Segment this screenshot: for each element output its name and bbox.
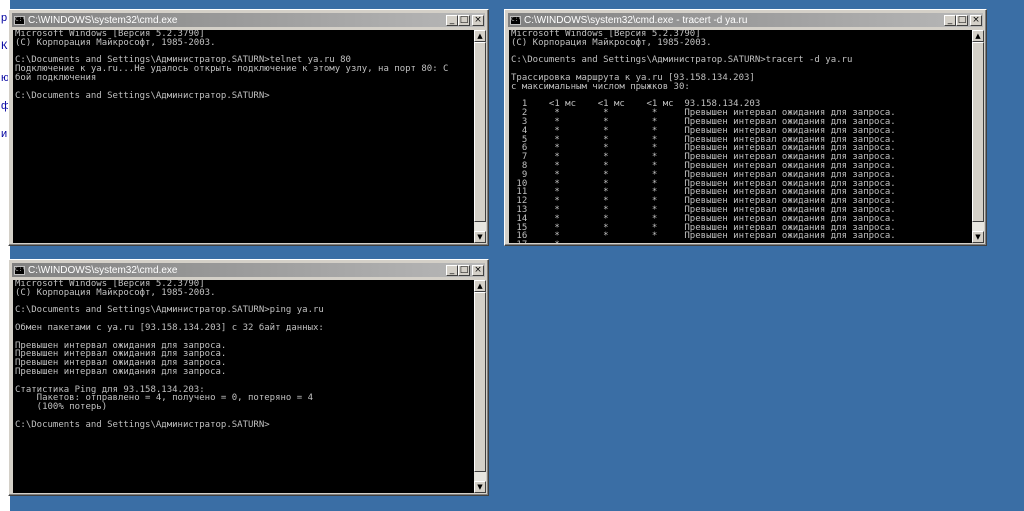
console-text: Microsoft Windows [Версия 5.2.3790] (С) К… [13,30,474,100]
title-bar[interactable]: C:\ C:\WINDOWS\system32\cmd.exe _ □ × [12,13,485,27]
desktop-label-fragment[interactable]: и [1,128,7,140]
console-line: C:\Documents and Settings\Администратор.… [15,305,324,316]
close-button[interactable]: × [472,14,484,26]
window-title: C:\WINDOWS\system32\cmd.exe [28,14,178,26]
desktop-label-fragment[interactable]: р [1,12,7,24]
close-button[interactable]: × [970,14,982,26]
console-line: 17 * [511,241,972,243]
cmd-app-icon[interactable]: C:\ [14,265,25,275]
console-line: Обмен пакетами с ya.ru [93.158.134.203] … [15,322,324,333]
scroll-thumb[interactable] [474,292,486,472]
title-bar[interactable]: C:\ C:\WINDOWS\system32\cmd.exe - tracer… [508,13,983,27]
window-title: C:\WINDOWS\system32\cmd.exe [28,264,178,276]
desktop-label-fragment[interactable]: К [1,40,7,52]
maximize-button[interactable]: □ [956,14,968,26]
scroll-up-button[interactable]: ▲ [474,30,486,42]
minimize-button[interactable]: _ [446,14,458,26]
close-button[interactable]: × [472,264,484,276]
console-line: Превышен интервал ожидания для запроса. [15,366,227,377]
cmd-window-tracert[interactable]: C:\ C:\WINDOWS\system32\cmd.exe - tracer… [504,9,987,246]
vertical-scrollbar[interactable]: ▲ ▼ [972,30,984,243]
console-output[interactable]: Microsoft Windows [Версия 5.2.3790] (С) К… [13,280,474,493]
minimize-button[interactable]: _ [944,14,956,26]
cmd-app-icon[interactable]: C:\ [510,15,521,25]
console-text: Microsoft Windows [Версия 5.2.3790] (С) К… [13,280,474,430]
cmd-window-telnet[interactable]: C:\ C:\WINDOWS\system32\cmd.exe _ □ × Mi… [8,9,489,246]
title-bar[interactable]: C:\ C:\WINDOWS\system32\cmd.exe _ □ × [12,263,485,277]
console-line: C:\Documents and Settings\Администратор.… [511,55,853,66]
vertical-scrollbar[interactable]: ▲ ▼ [474,30,486,243]
scroll-down-button[interactable]: ▼ [474,481,486,493]
scroll-down-button[interactable]: ▼ [474,231,486,243]
console-line: C:\Documents and Settings\Администратор.… [15,90,270,101]
scroll-up-button[interactable]: ▲ [972,30,984,42]
cmd-window-ping[interactable]: C:\ C:\WINDOWS\system32\cmd.exe _ □ × Mi… [8,259,489,496]
console-line: с максимальным числом прыжков 30: [511,81,690,92]
console-line: (С) Корпорация Майкрософт, 1985-2003. [15,287,216,298]
console-output[interactable]: Microsoft Windows [Версия 5.2.3790] (С) К… [509,30,972,243]
scroll-thumb[interactable] [474,42,486,222]
console-line: (С) Корпорация Майкрософт, 1985-2003. [511,37,712,48]
console-text: Microsoft Windows [Версия 5.2.3790] (С) К… [509,30,972,243]
cmd-app-icon[interactable]: C:\ [14,15,25,25]
minimize-button[interactable]: _ [446,264,458,276]
console-line: 16 * * * Превышен интервал ожидания для … [511,231,896,242]
scroll-thumb[interactable] [972,42,984,222]
console-line: C:\Documents and Settings\Администратор.… [15,419,270,430]
console-output[interactable]: Microsoft Windows [Версия 5.2.3790] (С) К… [13,30,474,243]
console-line: (100% потерь) [15,402,108,413]
window-title: C:\WINDOWS\system32\cmd.exe - tracert -d… [524,14,748,26]
console-line: бой подключения [15,72,97,83]
vertical-scrollbar[interactable]: ▲ ▼ [474,280,486,493]
maximize-button[interactable]: □ [458,264,470,276]
scroll-down-button[interactable]: ▼ [972,231,984,243]
scroll-up-button[interactable]: ▲ [474,280,486,292]
console-line: (С) Корпорация Майкрософт, 1985-2003. [15,37,216,48]
maximize-button[interactable]: □ [458,14,470,26]
